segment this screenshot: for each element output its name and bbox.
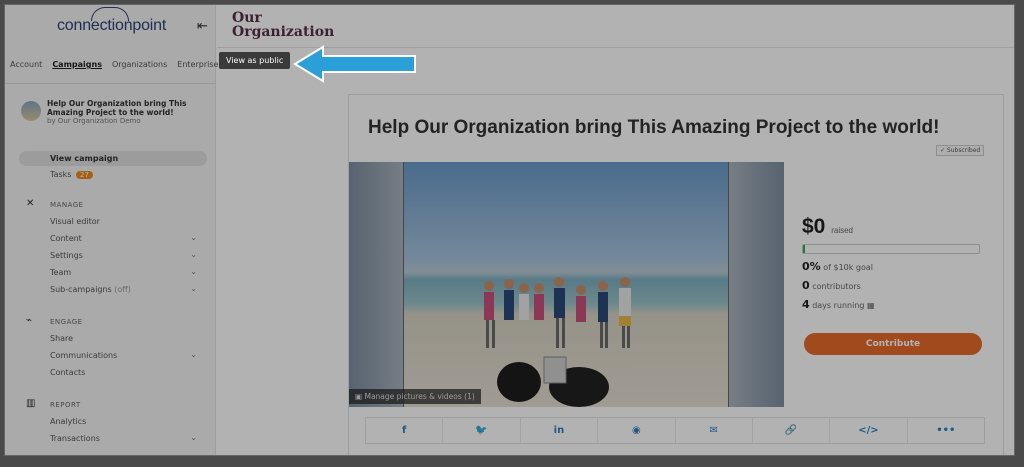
messenger-icon[interactable]: ◉ — [598, 418, 676, 443]
chevron-down-icon: ⌄ — [190, 350, 197, 359]
chevron-down-icon: ⌄ — [190, 433, 197, 442]
embed-icon[interactable]: </> — [830, 418, 908, 443]
subscribed-badge[interactable]: ✓ Subscribed — [936, 145, 985, 156]
section-report: REPORT — [50, 401, 81, 409]
section-engage: ENGAGE — [50, 318, 83, 326]
calendar-icon: ▦ — [867, 301, 875, 310]
sidebar-item-tasks[interactable]: Tasks 27 — [50, 170, 93, 179]
more-icon[interactable]: ••• — [908, 418, 984, 443]
collapse-sidebar-icon[interactable]: ⇤ — [197, 19, 208, 34]
tab-organizations[interactable]: Organizations — [112, 60, 167, 69]
tasks-label: Tasks — [50, 170, 72, 179]
callout-arrow-icon — [293, 45, 416, 83]
progress-bar — [802, 244, 980, 254]
chevron-down-icon: ⌄ — [190, 250, 197, 259]
campaign-by: by Our Organization Demo — [47, 117, 141, 125]
page-title: Help Our Organization bring This Amazing… — [368, 117, 940, 138]
media-gallery[interactable] — [349, 162, 784, 407]
view-as-public-tooltip[interactable]: View as public — [219, 52, 291, 69]
chevron-down-icon: ⌄ — [190, 267, 197, 276]
sidebar: connectionpoint ⇤ Account Campaigns Orga… — [5, 5, 218, 455]
campaign-title: Help Our Organization bring This Amazing… — [47, 99, 187, 117]
tools-icon: ✕ — [26, 198, 35, 209]
sidebar-item-content[interactable]: Content ⌄ — [50, 233, 200, 243]
tab-account[interactable]: Account — [10, 60, 42, 69]
amount-raised: $0 raised — [802, 215, 853, 238]
megaphone-icon: ⌁ — [26, 315, 33, 326]
campaign-photo — [403, 162, 729, 407]
trash-bags-image — [497, 356, 609, 407]
sidebar-item-contacts[interactable]: Contacts — [50, 368, 200, 377]
account-nav: Account Campaigns Organizations Enterpri… — [10, 60, 218, 69]
sidebar-item-share[interactable]: Share — [50, 334, 200, 343]
chart-icon: ▥ — [26, 398, 36, 409]
email-icon[interactable]: ✉ — [676, 418, 753, 443]
chevron-down-icon: ⌄ — [190, 233, 197, 242]
sidebar-item-transactions[interactable]: Transactions ⌄ — [50, 433, 200, 443]
tab-enterprise[interactable]: Enterprise — [177, 60, 218, 69]
campaign-header[interactable]: Help Our Organization bring This Amazing… — [21, 99, 197, 126]
progress-fill — [803, 245, 805, 253]
share-bar: f 🐦 in ◉ ✉ 🔗 </> ••• — [365, 417, 985, 444]
divider — [5, 83, 216, 84]
linkedin-icon[interactable]: in — [521, 418, 599, 443]
sidebar-item-sub-campaigns[interactable]: Sub-campaigns (off) ⌄ — [50, 284, 200, 294]
contributors-stat: 0 contributors — [802, 279, 861, 292]
tasks-badge: 27 — [75, 171, 93, 179]
tab-campaigns[interactable]: Campaigns — [52, 60, 102, 69]
twitter-icon[interactable]: 🐦 — [443, 418, 521, 443]
facebook-icon[interactable]: f — [366, 418, 444, 443]
goal-stat: 0% of $10k goal — [802, 260, 874, 273]
link-icon[interactable]: 🔗 — [753, 418, 831, 443]
contribute-button[interactable]: Contribute — [804, 333, 982, 355]
days-stat: 4 days running ▦ — [802, 298, 875, 311]
chevron-down-icon: ⌄ — [190, 284, 197, 293]
sidebar-item-team[interactable]: Team ⌄ — [50, 267, 200, 277]
sidebar-item-communications[interactable]: Communications ⌄ — [50, 350, 200, 360]
logo[interactable]: connectionpoint — [57, 17, 166, 35]
manage-pictures-button[interactable]: ▣ Manage pictures & videos (1) — [349, 389, 481, 404]
sidebar-item-view-campaign[interactable]: View campaign — [19, 151, 207, 166]
organization-logo[interactable]: Our Organization — [232, 11, 334, 39]
section-manage: MANAGE — [50, 201, 84, 209]
sidebar-item-visual-editor[interactable]: Visual editor — [50, 217, 200, 226]
campaign-avatar — [21, 101, 41, 121]
app-window: connectionpoint ⇤ Account Campaigns Orga… — [4, 4, 1015, 456]
funding-stats: $0 raised 0% of $10k goal 0 contributors… — [802, 215, 980, 311]
sidebar-item-analytics[interactable]: Analytics — [50, 417, 200, 426]
sidebar-item-settings[interactable]: Settings ⌄ — [50, 250, 200, 260]
